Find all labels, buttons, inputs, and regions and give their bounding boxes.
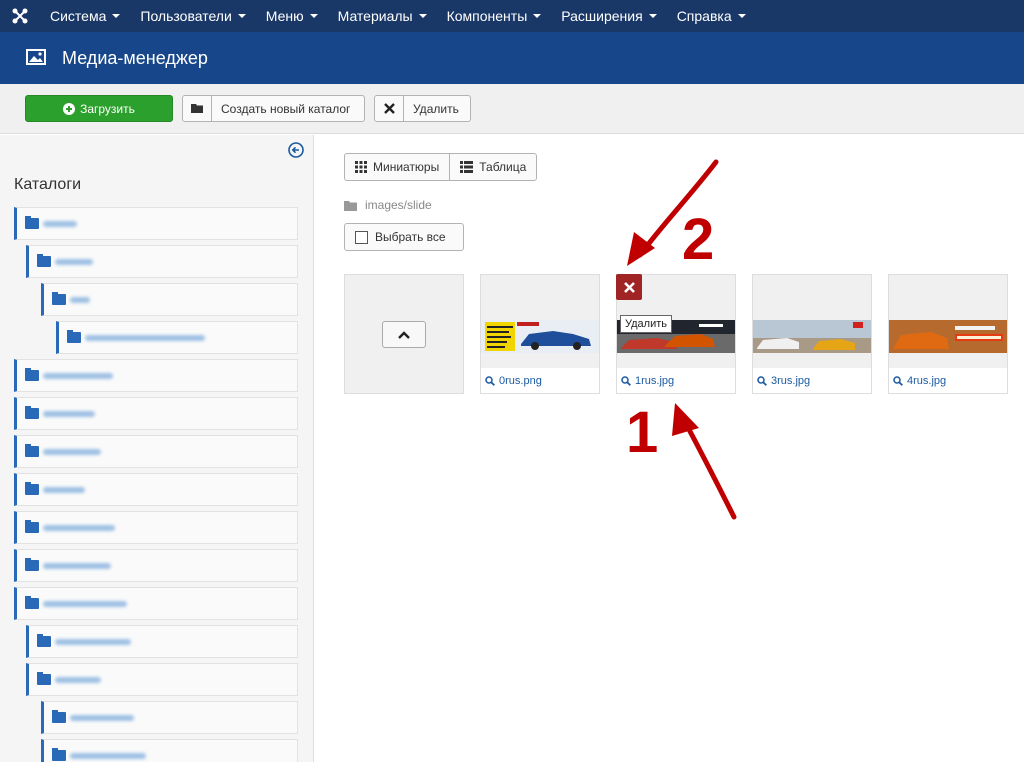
arrow-head-icon <box>672 403 699 436</box>
annotation-arrows <box>627 159 737 520</box>
annotation-arrow-1 <box>681 417 737 520</box>
annotation-number-1: 1 <box>626 400 659 465</box>
annotation-number-2: 2 <box>682 207 715 272</box>
